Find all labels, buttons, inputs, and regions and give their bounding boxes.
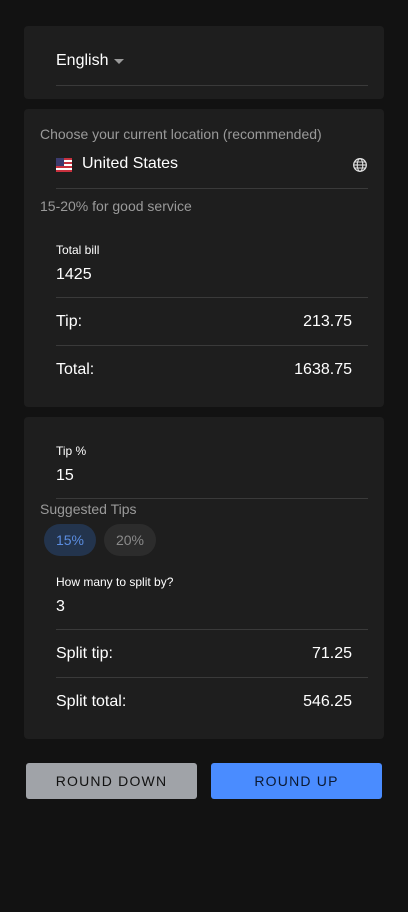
tip-percent-input[interactable]: 15 [56, 467, 74, 485]
location-label: Choose your current location (recommende… [40, 126, 322, 142]
split-by-input[interactable]: 3 [56, 598, 65, 616]
split-by-label: How many to split by? [56, 575, 174, 589]
round-down-button[interactable]: ROUND DOWN [26, 763, 197, 799]
split-tip-value: 71.25 [311, 645, 352, 662]
tip-label: Tip: [56, 313, 83, 330]
tip-divider [56, 345, 368, 346]
total-label: Total: [56, 361, 95, 378]
bill-card: Choose your current location (recommende… [24, 109, 384, 407]
split-total-value: 546.25 [303, 693, 352, 710]
tip-value: 213.75 [303, 313, 352, 330]
tip-percent-label: Tip % [56, 444, 87, 458]
total-bill-label: Total bill [56, 243, 100, 257]
suggested-tip-chip-15[interactable]: 15% [44, 524, 96, 556]
suggested-tip-chip-20[interactable]: 20% [104, 524, 156, 556]
total-bill-underline [56, 297, 368, 298]
location-underline [56, 188, 368, 189]
language-select[interactable]: English [56, 50, 125, 72]
split-total-label: Split total: [56, 693, 127, 710]
location-select[interactable]: United States [56, 154, 367, 176]
caret-down-icon [114, 58, 125, 64]
suggested-tips-label: Suggested Tips [40, 501, 137, 517]
globe-icon[interactable] [352, 157, 368, 173]
language-select-value: English [56, 52, 109, 69]
split-by-underline [56, 629, 368, 630]
total-value: 1638.75 [294, 361, 352, 378]
total-bill-input[interactable]: 1425 [56, 266, 92, 284]
language-card: English [24, 26, 384, 99]
round-up-button[interactable]: ROUND UP [211, 763, 382, 799]
tip-percent-underline [56, 498, 368, 499]
location-country: United States [82, 155, 179, 172]
split-card: Tip % 15 Suggested Tips 15% 20% How many… [24, 417, 384, 739]
location-hint: 15-20% for good service [40, 198, 192, 214]
split-tip-label: Split tip: [56, 645, 113, 662]
us-flag-icon [56, 158, 72, 172]
split-tip-divider [56, 677, 368, 678]
language-underline [56, 85, 368, 86]
